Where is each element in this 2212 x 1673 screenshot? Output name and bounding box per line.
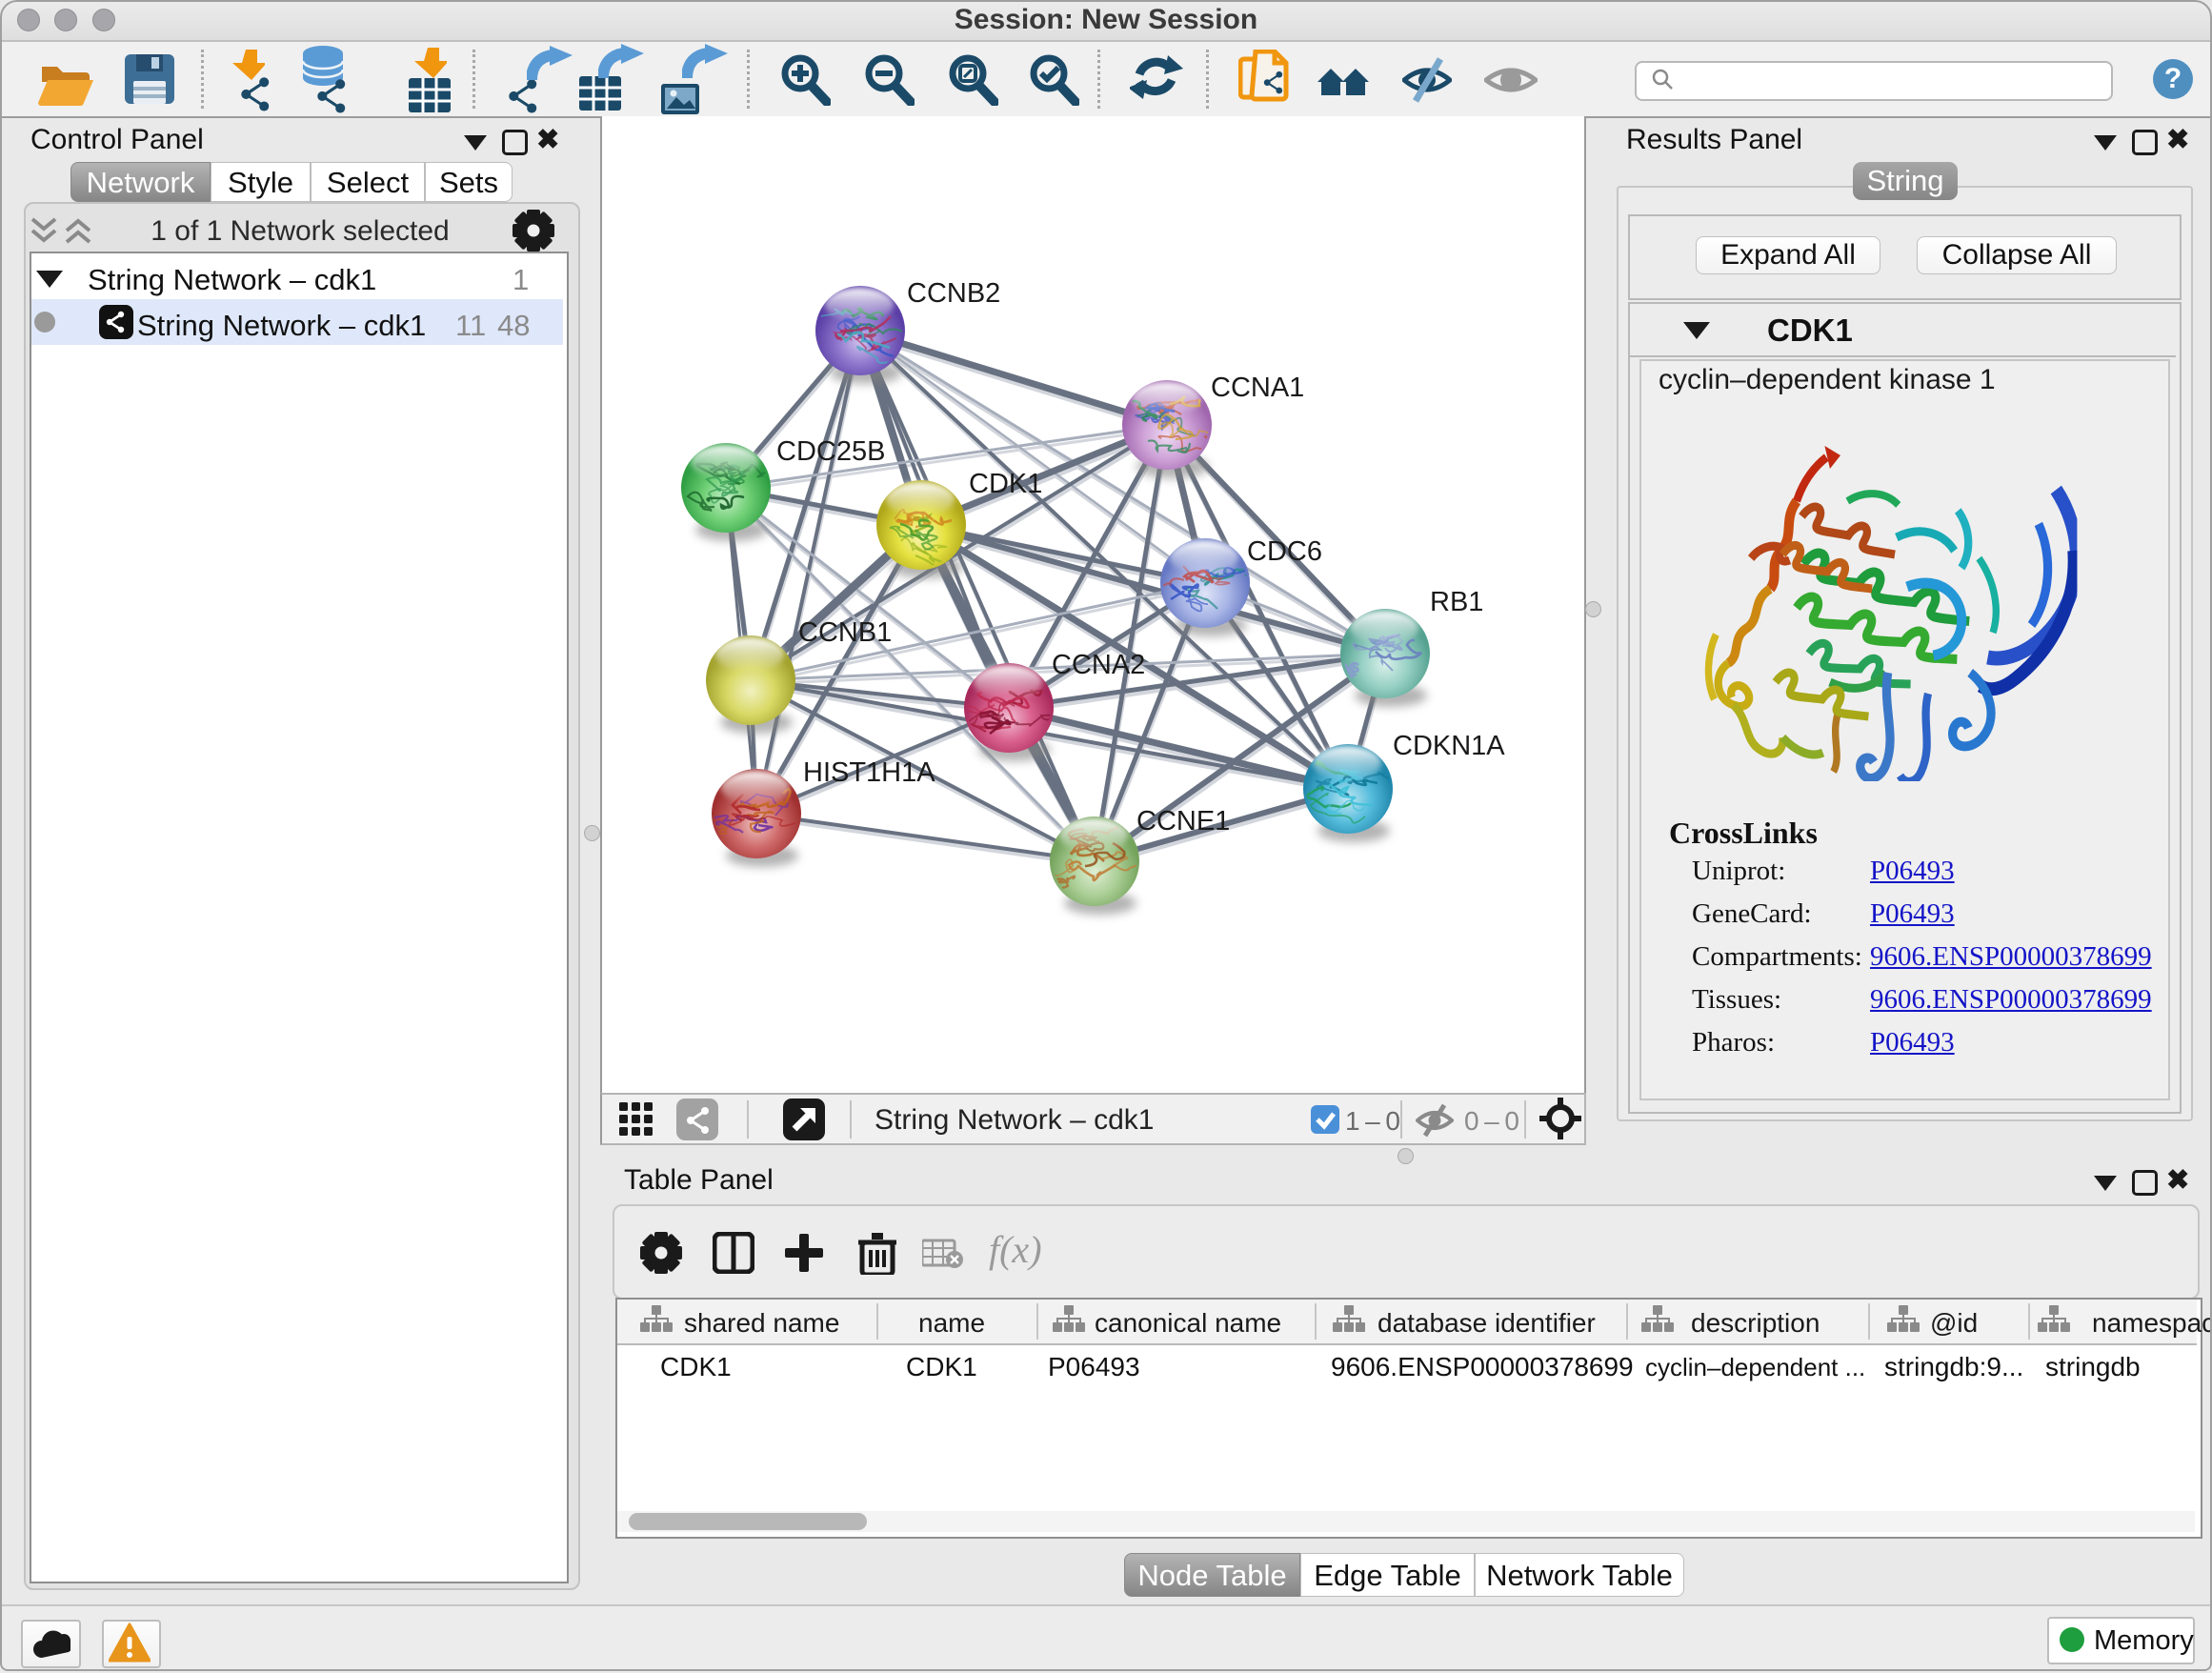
svg-text:CDKN1A: CDKN1A	[1393, 731, 1505, 761]
svg-text:CCNE1: CCNE1	[1136, 806, 1230, 836]
svg-text:CCNB2: CCNB2	[907, 278, 1000, 309]
svg-text:CCNA2: CCNA2	[1052, 650, 1145, 680]
svg-text:RB1: RB1	[1430, 587, 1483, 617]
svg-text:CCNA1: CCNA1	[1211, 373, 1304, 403]
svg-text:CDC6: CDC6	[1247, 536, 1322, 567]
svg-text:CCNB1: CCNB1	[798, 617, 892, 648]
svg-text:CDK1: CDK1	[969, 469, 1042, 499]
svg-text:HIST1H1A: HIST1H1A	[803, 757, 935, 788]
svg-text:CDC25B: CDC25B	[776, 436, 885, 467]
